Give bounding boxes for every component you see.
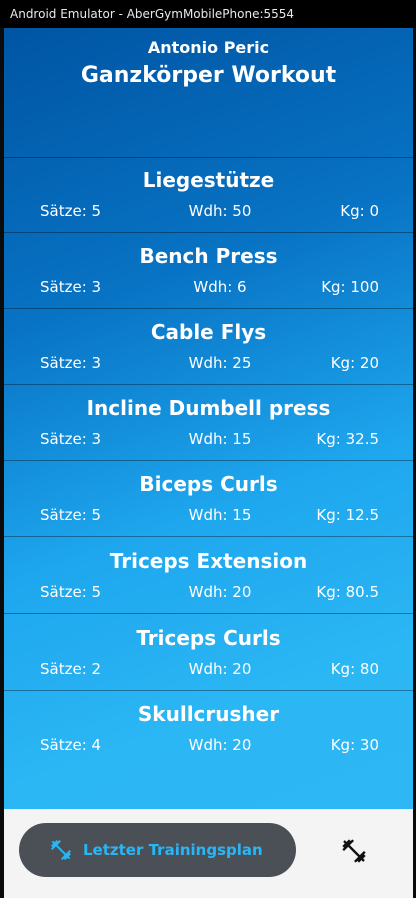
bottom-bar: Letzter Trainingsplan	[4, 809, 413, 898]
exercise-name: Skullcrusher	[137, 702, 280, 726]
exercise-weight: Kg: 100	[321, 278, 379, 296]
exercise-name: Bench Press	[139, 244, 278, 268]
exercise-sets: Sätze: 3	[40, 278, 102, 296]
exercise-item[interactable]: Triceps Extension Sätze: 5 Wdh: 20 Kg: 8…	[4, 538, 413, 614]
exercise-item[interactable]: Cable Flys Sätze: 3 Wdh: 25 Kg: 20	[4, 309, 413, 385]
exercise-reps: Wdh: 20	[188, 660, 252, 678]
exercise-weight: Kg: 30	[330, 736, 379, 754]
exercise-reps: Wdh: 20	[188, 736, 252, 754]
workout-header: Antonio Peric Ganzkörper Workout	[4, 28, 413, 158]
exercise-name: Incline Dumbell press	[86, 396, 331, 420]
exercise-sets: Sätze: 5	[40, 506, 102, 524]
exercise-sets: Sätze: 5	[40, 202, 102, 220]
exercise-item[interactable]: Biceps Curls Sätze: 5 Wdh: 15 Kg: 12.5	[4, 461, 413, 537]
exercise-name: Triceps Extension	[109, 549, 308, 573]
exercise-weight: Kg: 12.5	[316, 506, 379, 524]
workout-title: Ganzkörper Workout	[80, 63, 337, 88]
dumbbell-icon[interactable]	[340, 837, 368, 865]
exercise-item[interactable]: Triceps Curls Sätze: 2 Wdh: 20 Kg: 80	[4, 615, 413, 691]
exercise-sets: Sätze: 4	[40, 736, 102, 754]
exercise-sets: Sätze: 5	[40, 583, 102, 601]
exercise-name: Liegestütze	[142, 168, 275, 192]
exercise-reps: Wdh: 6	[193, 278, 247, 296]
exercise-sets: Sätze: 2	[40, 660, 102, 678]
emulator-title-bar: Android Emulator - AberGymMobilePhone:55…	[0, 0, 416, 28]
exercise-reps: Wdh: 25	[188, 354, 252, 372]
dumbbell-icon	[51, 840, 71, 860]
exercise-weight: Kg: 32.5	[316, 430, 379, 448]
exercise-weight: Kg: 20	[330, 354, 379, 372]
exercise-weight: Kg: 0	[340, 202, 379, 220]
exercise-name: Cable Flys	[150, 320, 267, 344]
exercise-weight: Kg: 80.5	[316, 583, 379, 601]
exercise-item[interactable]: Bench Press Sätze: 3 Wdh: 6 Kg: 100	[4, 233, 413, 309]
user-name: Antonio Peric	[147, 38, 270, 57]
exercise-reps: Wdh: 15	[188, 506, 252, 524]
exercise-weight: Kg: 80	[330, 660, 379, 678]
exercise-item[interactable]: Liegestütze Sätze: 5 Wdh: 50 Kg: 0	[4, 157, 413, 233]
exercise-reps: Wdh: 20	[188, 583, 252, 601]
exercise-name: Biceps Curls	[139, 472, 278, 496]
last-training-plan-label: Letzter Trainingsplan	[83, 841, 263, 859]
exercise-reps: Wdh: 15	[188, 430, 252, 448]
exercise-reps: Wdh: 50	[188, 202, 252, 220]
app-screen: Antonio Peric Ganzkörper Workout Liegest…	[4, 28, 413, 898]
exercise-item[interactable]: Skullcrusher Sätze: 4 Wdh: 20 Kg: 30	[4, 691, 413, 767]
exercise-name: Triceps Curls	[136, 626, 281, 650]
exercise-item[interactable]: Incline Dumbell press Sätze: 3 Wdh: 15 K…	[4, 385, 413, 461]
exercise-sets: Sätze: 3	[40, 354, 102, 372]
exercise-sets: Sätze: 3	[40, 430, 102, 448]
last-training-plan-button[interactable]: Letzter Trainingsplan	[19, 823, 296, 877]
